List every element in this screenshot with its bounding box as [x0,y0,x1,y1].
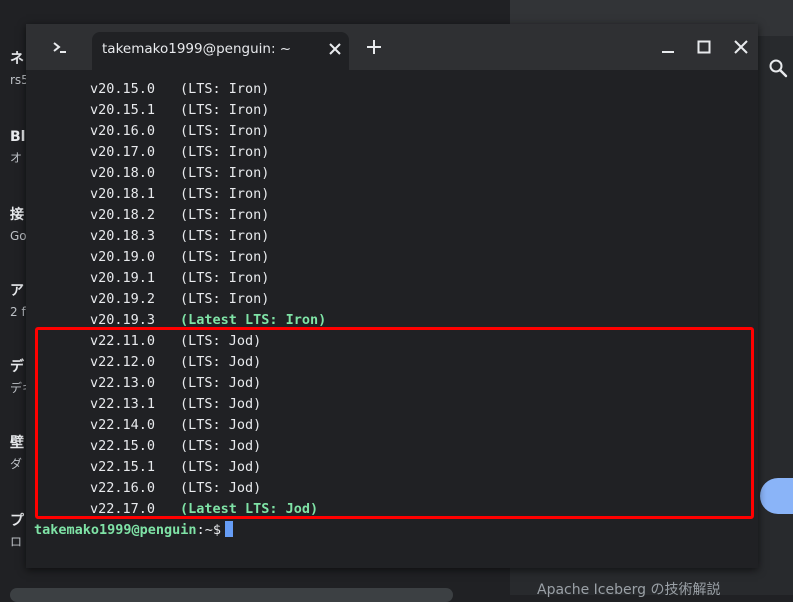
search-icon[interactable] [768,58,788,78]
background-item-title: 壁 [10,435,24,451]
background-item-subtitle: ダ [10,457,23,471]
output-line: v20.19.1 (LTS: Iron) [34,268,754,289]
close-icon[interactable] [328,42,342,56]
minimize-icon[interactable] [661,40,675,54]
close-icon[interactable] [734,40,748,54]
lts-label: (LTS: Iron) [180,123,270,139]
version-text: v20.18.1 [90,186,156,202]
lts-label: (LTS: Jod) [180,354,262,370]
version-text: v20.18.2 [90,207,156,223]
output-line: v20.19.0 (LTS: Iron) [34,247,754,268]
output-line: v20.19.3 (Latest LTS: Iron) [34,310,754,331]
lts-label: (LTS: Iron) [180,144,270,160]
shell-prompt[interactable]: takemako1999@penguin:~$ [34,520,233,541]
background-item-subtitle: Go [10,229,27,243]
background-item-title: プ [10,513,24,529]
background-settings-item[interactable]: プロ [10,512,24,550]
lts-label: (Latest LTS: Jod) [180,501,319,517]
version-text: v22.15.0 [90,438,156,454]
background-article-title[interactable]: Apache Iceberg の技術解説 [537,579,720,599]
output-line: v20.18.2 (LTS: Iron) [34,205,754,226]
lts-label: (LTS: Iron) [180,186,270,202]
output-line: v20.19.2 (LTS: Iron) [34,289,754,310]
background-item-title: Bl [10,129,26,145]
version-text: v20.15.1 [90,102,156,118]
version-text: v22.12.0 [90,354,156,370]
title-bar[interactable]: takemako1999@penguin: ~ [26,24,758,70]
background-primary-button[interactable] [760,478,793,514]
version-text: v20.17.0 [90,144,156,160]
background-settings-item[interactable]: Bl オ [10,128,25,166]
lts-label: (LTS: Jod) [180,459,262,475]
version-text: v22.15.1 [90,459,156,475]
lts-label: (LTS: Iron) [180,207,270,223]
version-text: v20.15.0 [90,81,156,97]
version-text: v20.19.1 [90,270,156,286]
output-line: v22.16.0 (LTS: Jod) [34,478,754,499]
prompt-user: takemako1999@penguin [34,522,197,538]
text-cursor [224,521,233,537]
terminal-prompt-icon[interactable] [48,36,72,58]
output-line: v22.15.0 (LTS: Jod) [34,436,754,457]
lts-label: (LTS: Iron) [180,291,270,307]
maximize-icon[interactable] [697,40,711,54]
background-item-title: 接 [10,207,24,223]
background-item-subtitle: ロ [10,535,23,549]
lts-label: (LTS: Iron) [180,228,270,244]
output-line: v22.12.0 (LTS: Jod) [34,352,754,373]
background-settings-item[interactable]: ア 2 f [10,282,26,320]
output-line: v20.18.0 (LTS: Iron) [34,163,754,184]
version-text: v20.19.3 [90,312,156,328]
lts-label: (LTS: Iron) [180,270,270,286]
output-line: v22.11.0 (LTS: Jod) [34,331,754,352]
tab-terminal[interactable]: takemako1999@penguin: ~ [92,32,349,70]
lts-label: (LTS: Jod) [180,480,262,496]
version-text: v20.16.0 [90,123,156,139]
lts-label: (LTS: Iron) [180,81,270,97]
version-text: v22.13.0 [90,375,156,391]
version-text: v20.19.2 [90,291,156,307]
lts-label: (LTS: Jod) [180,438,262,454]
lts-label: (LTS: Jod) [180,417,262,433]
output-line: v20.17.0 (LTS: Iron) [34,142,754,163]
terminal-window[interactable]: takemako1999@penguin: ~ v20.15.0 (LTS: Ir… [26,24,758,568]
lts-label: (LTS: Iron) [180,165,270,181]
output-line: v22.14.0 (LTS: Jod) [34,415,754,436]
output-line: v20.16.0 (LTS: Iron) [34,121,754,142]
version-text: v22.13.1 [90,396,156,412]
prompt-path: :~$ [196,522,221,538]
output-line: v20.18.3 (LTS: Iron) [34,226,754,247]
output-line: v22.17.0 (Latest LTS: Jod) [34,499,754,520]
background-item-title: ア [10,283,24,299]
version-text: v22.16.0 [90,480,156,496]
lts-label: (Latest LTS: Iron) [180,312,327,328]
background-bottom-bar [10,588,453,602]
output-line: v22.13.0 (LTS: Jod) [34,373,754,394]
lts-label: (LTS: Jod) [180,375,262,391]
background-item-subtitle: 2 f [10,305,26,319]
lts-label: (LTS: Iron) [180,249,270,265]
plus-icon[interactable] [366,39,382,55]
background-settings-item[interactable]: 接 Go [10,206,27,244]
background-settings-item[interactable]: 壁ダ [10,434,24,472]
lts-label: (LTS: Jod) [180,333,262,349]
output-line: v22.13.1 (LTS: Jod) [34,394,754,415]
tab-title: takemako1999@penguin: ~ [102,41,292,57]
version-text: v20.18.0 [90,165,156,181]
version-text: v22.11.0 [90,333,156,349]
output-line: v20.18.1 (LTS: Iron) [34,184,754,205]
background-item-subtitle: オ [10,151,23,165]
output-line: v22.15.1 (LTS: Jod) [34,457,754,478]
terminal-output[interactable]: v20.15.0 (LTS: Iron) v20.15.1 (LTS: Iron) v2… [34,79,754,520]
version-text: v20.19.0 [90,249,156,265]
output-line: v20.15.1 (LTS: Iron) [34,100,754,121]
output-line: v20.15.0 (LTS: Iron) [34,79,754,100]
version-text: v22.17.0 [90,501,156,517]
version-text: v20.18.3 [90,228,156,244]
version-text: v22.14.0 [90,417,156,433]
lts-label: (LTS: Jod) [180,396,262,412]
lts-label: (LTS: Iron) [180,102,270,118]
